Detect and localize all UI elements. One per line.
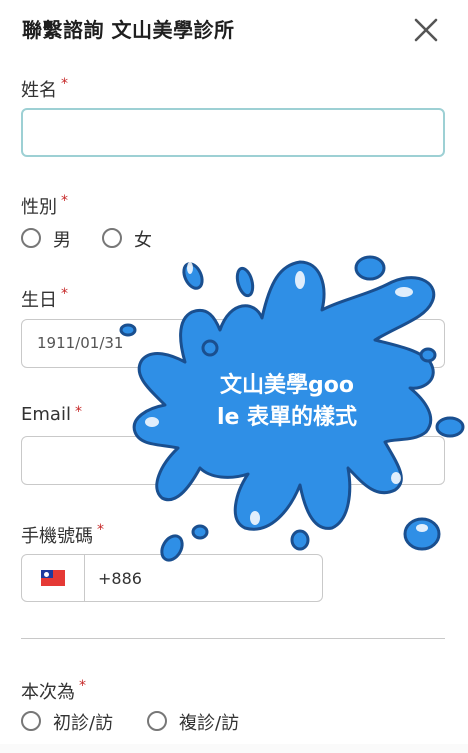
radio-first-visit[interactable] <box>21 711 41 731</box>
splash-drop <box>191 524 209 540</box>
name-input[interactable] <box>21 108 445 157</box>
radio-gender-female-label: 女 <box>134 230 152 251</box>
splash-highlight <box>250 511 260 525</box>
splash-highlight <box>416 524 428 532</box>
bottom-bar <box>0 744 468 753</box>
email-label-text: Email <box>21 404 71 425</box>
taiwan-flag-icon <box>41 570 65 586</box>
required-mark: * <box>61 286 68 302</box>
close-button[interactable] <box>410 14 442 46</box>
email-label: Email * <box>21 404 82 425</box>
splash-highlight <box>145 417 159 427</box>
radio-gender-female[interactable] <box>102 228 122 248</box>
splash-highlight <box>187 262 193 274</box>
splash-caption-line1: 文山美學goo <box>220 373 354 398</box>
splash-drop <box>235 266 255 298</box>
birthday-label-text: 生日 <box>21 290 57 311</box>
birthday-input[interactable]: 1911/01/31 <box>21 319 445 368</box>
visit-type-radio-group: 初診/訪 複診/訪 <box>21 709 281 739</box>
splash-highlight <box>395 287 413 297</box>
radio-first-visit-label: 初診/訪 <box>53 713 114 734</box>
dial-code: +886 <box>98 569 142 588</box>
splash-drop <box>435 416 465 438</box>
splash-drop <box>354 255 386 281</box>
phone-label: 手機號碼 * <box>21 522 104 548</box>
splash-drop <box>182 262 204 290</box>
required-mark: * <box>97 522 104 538</box>
birthday-label: 生日 * <box>21 286 68 312</box>
radio-gender-male[interactable] <box>21 228 41 248</box>
visit-type-label: 本次為 * <box>21 678 86 704</box>
birthday-input-value: 1911/01/31 <box>37 334 124 352</box>
name-label: 姓名 * <box>21 76 68 102</box>
phone-label-text: 手機號碼 <box>21 526 93 547</box>
section-divider <box>21 638 445 639</box>
dialog-title: 聯繫諮詢 文山美學診所 <box>22 18 235 42</box>
radio-gender-male-label: 男 <box>53 230 71 251</box>
splash-caption: 文山美學goo le 表單的樣式 <box>172 370 402 434</box>
splash-drop <box>403 517 441 551</box>
splash-caption-line2: le 表單的樣式 <box>216 405 358 430</box>
required-mark: * <box>74 404 82 420</box>
phone-input[interactable]: +886 <box>21 554 323 602</box>
gender-radio-group: 男 女 <box>21 226 221 256</box>
dialog-header: 聯繫諮詢 文山美學診所 <box>0 0 468 60</box>
required-mark: * <box>61 76 68 92</box>
splash-highlight <box>295 271 305 289</box>
radio-return-visit[interactable] <box>147 711 167 731</box>
visit-type-label-text: 本次為 <box>21 682 75 703</box>
country-select[interactable] <box>22 555 85 601</box>
required-mark: * <box>79 678 86 694</box>
gender-label: 性別 * <box>21 193 68 219</box>
required-mark: * <box>61 193 68 209</box>
radio-return-visit-label: 複診/訪 <box>179 713 240 734</box>
name-label-text: 姓名 <box>21 80 57 101</box>
close-icon <box>414 18 438 42</box>
email-input[interactable] <box>21 436 445 485</box>
splash-drop <box>290 529 310 551</box>
gender-label-text: 性別 <box>21 197 57 218</box>
